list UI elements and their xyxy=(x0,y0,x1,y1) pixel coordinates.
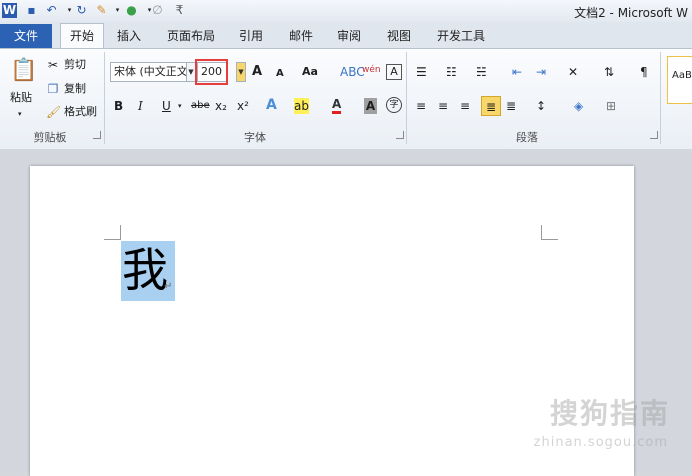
margin-corner-left xyxy=(104,225,121,240)
increase-indent-icon[interactable]: ⇥ xyxy=(536,64,546,80)
phonetic-guide-icon[interactable]: wén xyxy=(362,62,381,78)
save-icon[interactable]: ▪ xyxy=(24,3,39,18)
clipboard-launcher-icon[interactable] xyxy=(93,131,101,139)
paste-icon[interactable]: 📋 xyxy=(10,56,37,86)
align-right-icon[interactable]: ≡ xyxy=(460,98,470,114)
justify-icon[interactable]: ≣ xyxy=(481,96,501,116)
tab-developer[interactable]: 开发工具 xyxy=(432,24,490,48)
document-page[interactable] xyxy=(30,166,634,476)
shading-icon[interactable]: ◈ xyxy=(574,98,583,114)
decrease-indent-icon[interactable]: ⇤ xyxy=(512,64,522,80)
paragraph-mark-icon: ↵ xyxy=(164,281,173,292)
font-name-input[interactable]: 宋体 (中文正文 xyxy=(110,62,194,82)
paragraph-group-label: 段落 xyxy=(516,131,538,144)
font-size-dropdown-icon[interactable]: ▼ xyxy=(236,62,246,82)
format-dropdown-icon[interactable]: ▾ xyxy=(110,3,125,18)
change-case-icon[interactable]: Aa xyxy=(302,64,318,80)
underline-icon[interactable]: U xyxy=(162,98,171,114)
tab-insert[interactable]: 插入 xyxy=(112,24,146,48)
scissors-icon[interactable]: ✂ xyxy=(46,57,60,73)
title-bar: W ▪ ↶ ▾ ↻ ✎ ▾ ● ▾ ∅ ₹ 文档2 - Microsoft W xyxy=(0,0,692,22)
underline-dropdown-icon[interactable]: ▾ xyxy=(178,98,182,114)
char-border-icon[interactable]: A xyxy=(386,64,402,80)
show-marks-icon[interactable]: ¶ xyxy=(640,64,648,80)
strikethrough-icon[interactable]: abe xyxy=(191,98,210,114)
numbering-icon[interactable]: ☷ xyxy=(446,64,457,80)
borders-icon[interactable]: ⊞ xyxy=(606,98,616,114)
cut-button[interactable]: 剪切 xyxy=(64,57,86,73)
watermark-url: zhinan.sogou.com xyxy=(533,435,668,450)
format-painter-icon[interactable]: 🖌 xyxy=(46,104,61,120)
paragraph-launcher-icon[interactable] xyxy=(650,131,658,139)
text-effects-icon[interactable]: A xyxy=(266,97,277,113)
bold-icon[interactable]: B xyxy=(114,98,123,114)
copy-button[interactable]: 复制 xyxy=(64,81,86,97)
color-icon[interactable]: ● xyxy=(124,3,139,18)
copy-icon[interactable]: ❐ xyxy=(46,81,60,97)
format-icon[interactable]: ✎ xyxy=(94,3,109,18)
draw-icon[interactable]: ∅ xyxy=(150,3,165,18)
distributed-icon[interactable]: ≣ xyxy=(506,98,516,114)
font-color-icon[interactable]: A xyxy=(332,97,342,114)
paste-dropdown-icon[interactable]: ▾ xyxy=(18,106,22,122)
bullets-icon[interactable]: ☰ xyxy=(416,64,427,80)
group-separator xyxy=(660,52,661,144)
font-size-highlight-box xyxy=(195,59,228,85)
tab-page-layout[interactable]: 页面布局 xyxy=(162,24,220,48)
document-text[interactable]: 我 xyxy=(122,242,168,298)
highlighter-icon[interactable]: ab xyxy=(294,98,309,114)
tab-view[interactable]: 视图 xyxy=(382,24,416,48)
word-app-icon[interactable]: W xyxy=(2,3,17,18)
format-painter-button[interactable]: 格式刷 xyxy=(64,104,97,120)
redo-icon[interactable]: ↻ xyxy=(74,3,89,18)
tab-mailings[interactable]: 邮件 xyxy=(284,24,318,48)
document-title: 文档2 - Microsoft W xyxy=(574,6,688,20)
align-center-icon[interactable]: ≡ xyxy=(438,98,448,114)
style-normal-preview[interactable]: AaB xyxy=(667,56,692,104)
multilevel-list-icon[interactable]: ☵ xyxy=(476,64,487,80)
chinese-layout-icon[interactable]: ✕ xyxy=(568,64,578,80)
subscript-icon[interactable]: x₂ xyxy=(215,98,227,114)
customize-icon[interactable]: ₹ xyxy=(172,3,187,18)
superscript-icon[interactable]: x² xyxy=(237,98,249,114)
font-launcher-icon[interactable] xyxy=(396,131,404,139)
tab-review[interactable]: 审阅 xyxy=(332,24,366,48)
enclose-char-icon[interactable]: 字 xyxy=(386,97,402,113)
margin-corner-right xyxy=(541,225,558,240)
italic-icon[interactable]: I xyxy=(138,98,143,114)
tab-references[interactable]: 引用 xyxy=(234,24,268,48)
align-left-icon[interactable]: ≡ xyxy=(416,98,426,114)
tab-file[interactable]: 文件 xyxy=(0,24,52,48)
grow-font-icon[interactable]: A xyxy=(252,64,262,80)
char-shading-icon[interactable]: A xyxy=(364,98,377,114)
font-group-label: 字体 xyxy=(244,131,266,144)
clipboard-group-label: 剪贴板 xyxy=(33,131,67,144)
watermark-logo: 搜狗指南 xyxy=(549,397,670,430)
line-spacing-icon[interactable]: ↕ xyxy=(536,98,546,114)
tab-home[interactable]: 开始 xyxy=(60,23,104,48)
spell-icon[interactable]: ABC xyxy=(340,64,365,80)
shrink-font-icon[interactable]: A xyxy=(276,66,284,82)
undo-icon[interactable]: ↶ xyxy=(44,3,59,18)
paste-button[interactable]: 粘贴 xyxy=(10,90,32,106)
sort-icon[interactable]: ⇅ xyxy=(604,64,614,80)
